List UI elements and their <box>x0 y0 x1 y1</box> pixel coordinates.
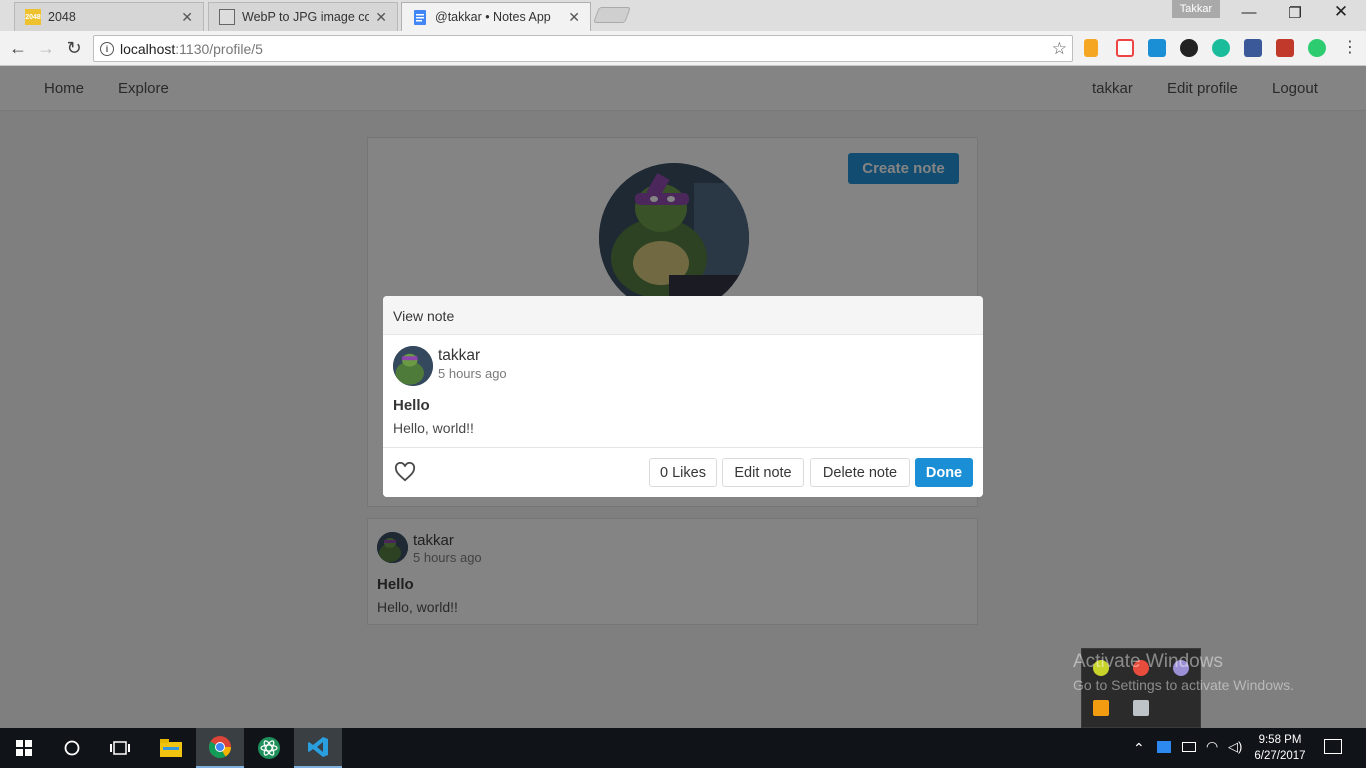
extension-icon[interactable] <box>1276 39 1294 57</box>
browser-tabstrip: 2048 2048 ✕ WebP to JPG image conv ✕ @ta… <box>0 0 1366 31</box>
extension-icon[interactable] <box>1084 39 1098 57</box>
heart-icon[interactable] <box>394 461 416 487</box>
windows-start-icon[interactable] <box>0 728 48 768</box>
delete-note-button[interactable]: Delete note <box>810 458 910 487</box>
forward-arrow-icon[interactable]: → <box>34 37 58 59</box>
modal-note-title: Hello <box>393 397 430 414</box>
minimize-icon[interactable]: — <box>1226 4 1272 21</box>
tab-title: WebP to JPG image conv <box>242 10 370 24</box>
browser-profile-badge[interactable]: Takkar <box>1172 0 1220 18</box>
extension-icon[interactable] <box>1308 39 1326 57</box>
modal-note-author[interactable]: takkar <box>438 347 480 365</box>
reload-icon[interactable]: ↻ <box>62 37 86 59</box>
modal-footer: 0 Likes Edit note Delete note Done <box>383 447 983 497</box>
more-menu-icon[interactable]: ⋮ <box>1338 37 1362 59</box>
game-2048-icon: 2048 <box>25 9 41 25</box>
download-extension-icon[interactable] <box>1148 39 1166 57</box>
tab-notes-app[interactable]: @takkar • Notes App ✕ <box>401 2 591 31</box>
chrome-taskbar-icon[interactable] <box>196 728 244 768</box>
tab-webp-converter[interactable]: WebP to JPG image conv ✕ <box>208 2 398 31</box>
address-bar[interactable]: i localhost:1130/profile/5 ☆ <box>93 35 1073 62</box>
extension-icon[interactable] <box>1180 39 1198 57</box>
vscode-icon[interactable] <box>294 728 342 768</box>
cortana-search-icon[interactable] <box>48 728 96 768</box>
close-icon[interactable]: ✕ <box>568 9 580 26</box>
taskbar-clock[interactable]: 9:58 PM 6/27/2017 <box>1250 732 1310 764</box>
avatar <box>393 346 433 386</box>
modal-note-text: Hello, world!! <box>393 420 474 436</box>
extension-icon[interactable] <box>1212 39 1230 57</box>
clock-date: 6/27/2017 <box>1254 750 1306 762</box>
atom-editor-icon[interactable] <box>245 728 293 768</box>
likes-count-button[interactable]: 0 Likes <box>649 458 717 487</box>
xampp-icon[interactable] <box>1093 700 1109 716</box>
close-icon[interactable]: ✕ <box>181 9 193 26</box>
edit-note-button[interactable]: Edit note <box>722 458 804 487</box>
view-note-modal: View note takkar 5 hours ago Hello Hello… <box>383 296 983 497</box>
clock-time: 9:58 PM <box>1258 734 1302 746</box>
page-icon <box>219 9 235 25</box>
browser-toolbar: ← → ↻ i localhost:1130/profile/5 ☆ ⋮ <box>0 31 1366 66</box>
window-close-icon[interactable]: ✕ <box>1318 2 1364 22</box>
activate-windows-title: Activate Windows <box>1073 651 1223 672</box>
tray-app-icon[interactable] <box>1133 700 1149 716</box>
dropbox-icon[interactable] <box>1157 741 1171 753</box>
wifi-icon[interactable]: ◠ <box>1206 738 1218 755</box>
close-icon[interactable]: ✕ <box>375 9 387 26</box>
modal-note-timestamp: 5 hours ago <box>438 366 507 381</box>
done-button[interactable]: Done <box>915 458 973 487</box>
modal-title: View note <box>383 296 983 335</box>
battery-icon[interactable] <box>1182 742 1196 752</box>
tab-title: @takkar • Notes App <box>435 10 551 24</box>
windows-taskbar: ⌃ ◠ ◁) 9:58 PM 6/27/2017 <box>0 728 1366 768</box>
extension-icon[interactable] <box>1116 39 1134 57</box>
task-view-icon[interactable] <box>96 728 144 768</box>
modal-body: takkar 5 hours ago Hello Hello, world!! <box>383 335 983 447</box>
extension-icon[interactable] <box>1244 39 1262 57</box>
volume-icon[interactable]: ◁) <box>1228 739 1242 755</box>
url-path: :1130/profile/5 <box>175 40 263 57</box>
tray-expand-icon[interactable]: ⌃ <box>1133 740 1145 757</box>
tab-title: 2048 <box>48 10 76 24</box>
info-icon[interactable]: i <box>100 41 114 56</box>
doc-icon <box>412 9 428 25</box>
notification-center-icon[interactable] <box>1324 739 1342 754</box>
url-host: localhost <box>120 40 176 57</box>
file-explorer-icon[interactable] <box>147 728 195 768</box>
bookmark-star-icon[interactable]: ☆ <box>1052 39 1067 59</box>
new-tab-button[interactable] <box>593 7 631 23</box>
activate-windows-subtitle: Go to Settings to activate Windows. <box>1073 677 1294 693</box>
restore-icon[interactable]: ❐ <box>1272 4 1318 22</box>
tab-2048[interactable]: 2048 2048 ✕ <box>14 2 204 31</box>
back-arrow-icon[interactable]: ← <box>6 37 30 59</box>
